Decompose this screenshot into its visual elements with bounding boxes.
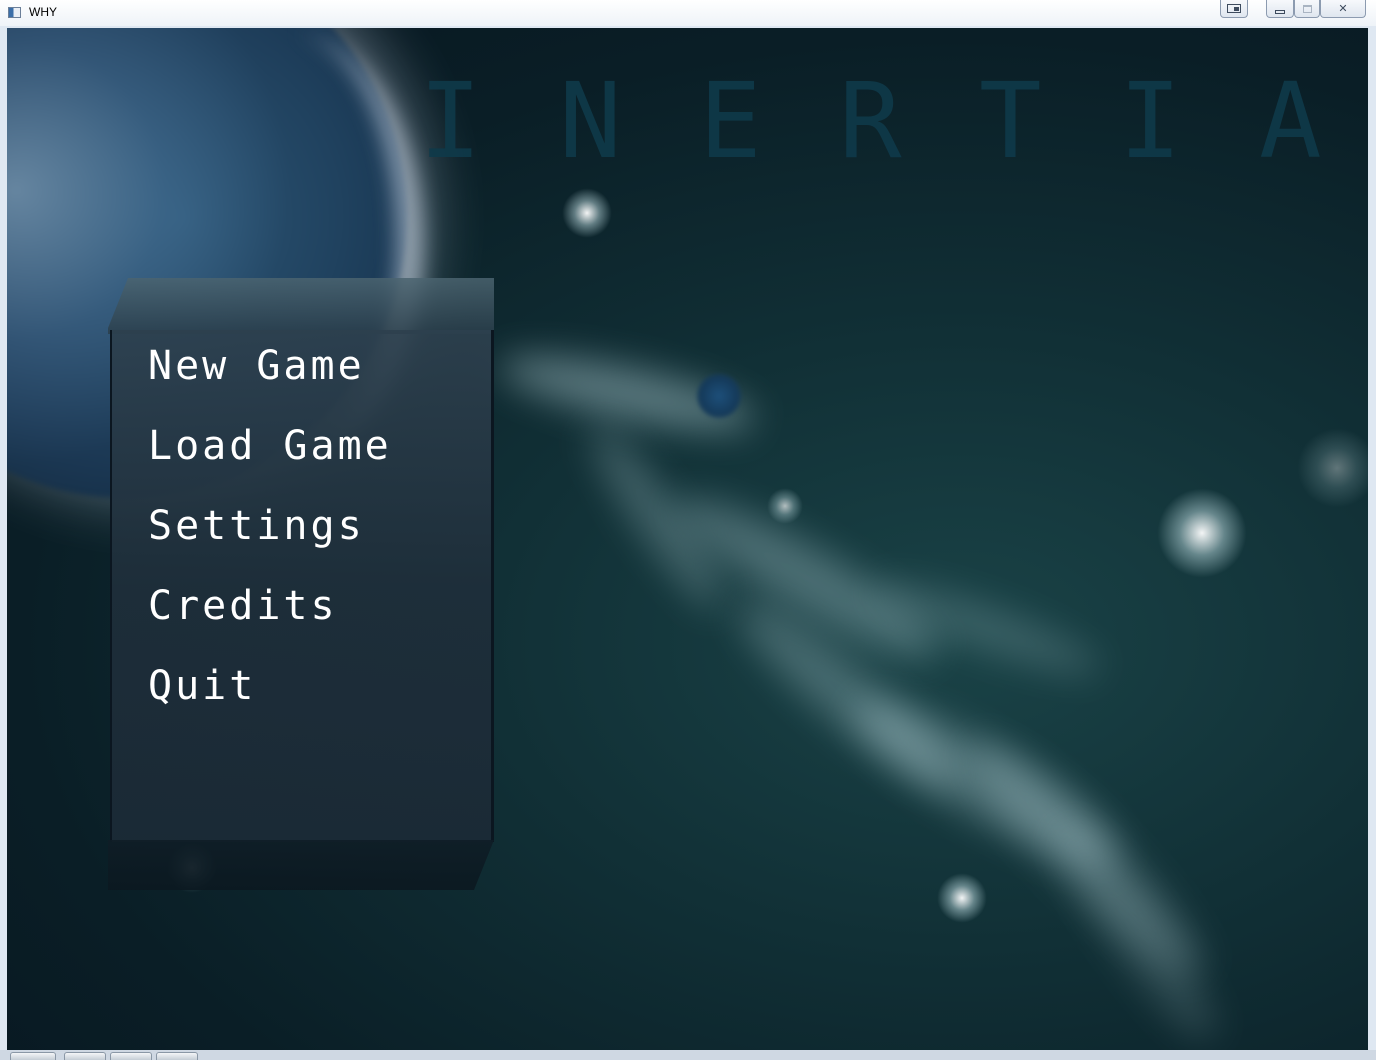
title-letter: R [839, 60, 902, 182]
window-title: WHY [29, 5, 57, 19]
app-window-icon [8, 7, 21, 18]
menu-quit[interactable]: Quit [148, 662, 256, 710]
menu-settings[interactable]: Settings [148, 502, 365, 550]
title-letter: T [979, 60, 1042, 182]
taskbar-button[interactable] [64, 1052, 106, 1060]
star [1297, 428, 1368, 508]
taskbar [0, 1050, 1376, 1060]
game-window: WHY ✕ I N E R T I A New Game Load Game S… [0, 0, 1376, 1060]
menu-load-game[interactable]: Load Game [148, 422, 392, 470]
title-letter: E [699, 60, 762, 182]
game-title-logo: I N E R T I A [419, 66, 1368, 176]
taskbar-button[interactable] [156, 1052, 198, 1060]
menu-panel-bottom [108, 840, 494, 890]
star [767, 488, 803, 524]
star [937, 873, 987, 923]
title-letter: I [1119, 60, 1182, 182]
title-letter: A [1259, 60, 1322, 182]
title-letter: I [419, 60, 482, 182]
taskbar-button[interactable] [110, 1052, 152, 1060]
minimize-button[interactable] [1266, 0, 1294, 18]
star [562, 188, 612, 238]
title-bar[interactable]: WHY ✕ [0, 0, 1376, 26]
minimize-icon [1275, 9, 1285, 14]
maximize-button[interactable] [1294, 0, 1320, 18]
nebula-streak [1041, 812, 1233, 1050]
menu-credits[interactable]: Credits [148, 582, 338, 630]
distant-planet [697, 374, 741, 418]
menu-new-game[interactable]: New Game [148, 342, 365, 390]
restore-aero-icon [1227, 4, 1241, 13]
title-letter: N [559, 60, 622, 182]
close-button[interactable]: ✕ [1320, 0, 1366, 18]
taskbar-button[interactable] [10, 1052, 56, 1060]
maximize-icon [1302, 4, 1312, 13]
restore-aero-button[interactable] [1220, 0, 1248, 18]
menu-panel-top [108, 278, 494, 334]
close-icon: ✕ [1338, 2, 1348, 15]
star [1157, 488, 1247, 578]
